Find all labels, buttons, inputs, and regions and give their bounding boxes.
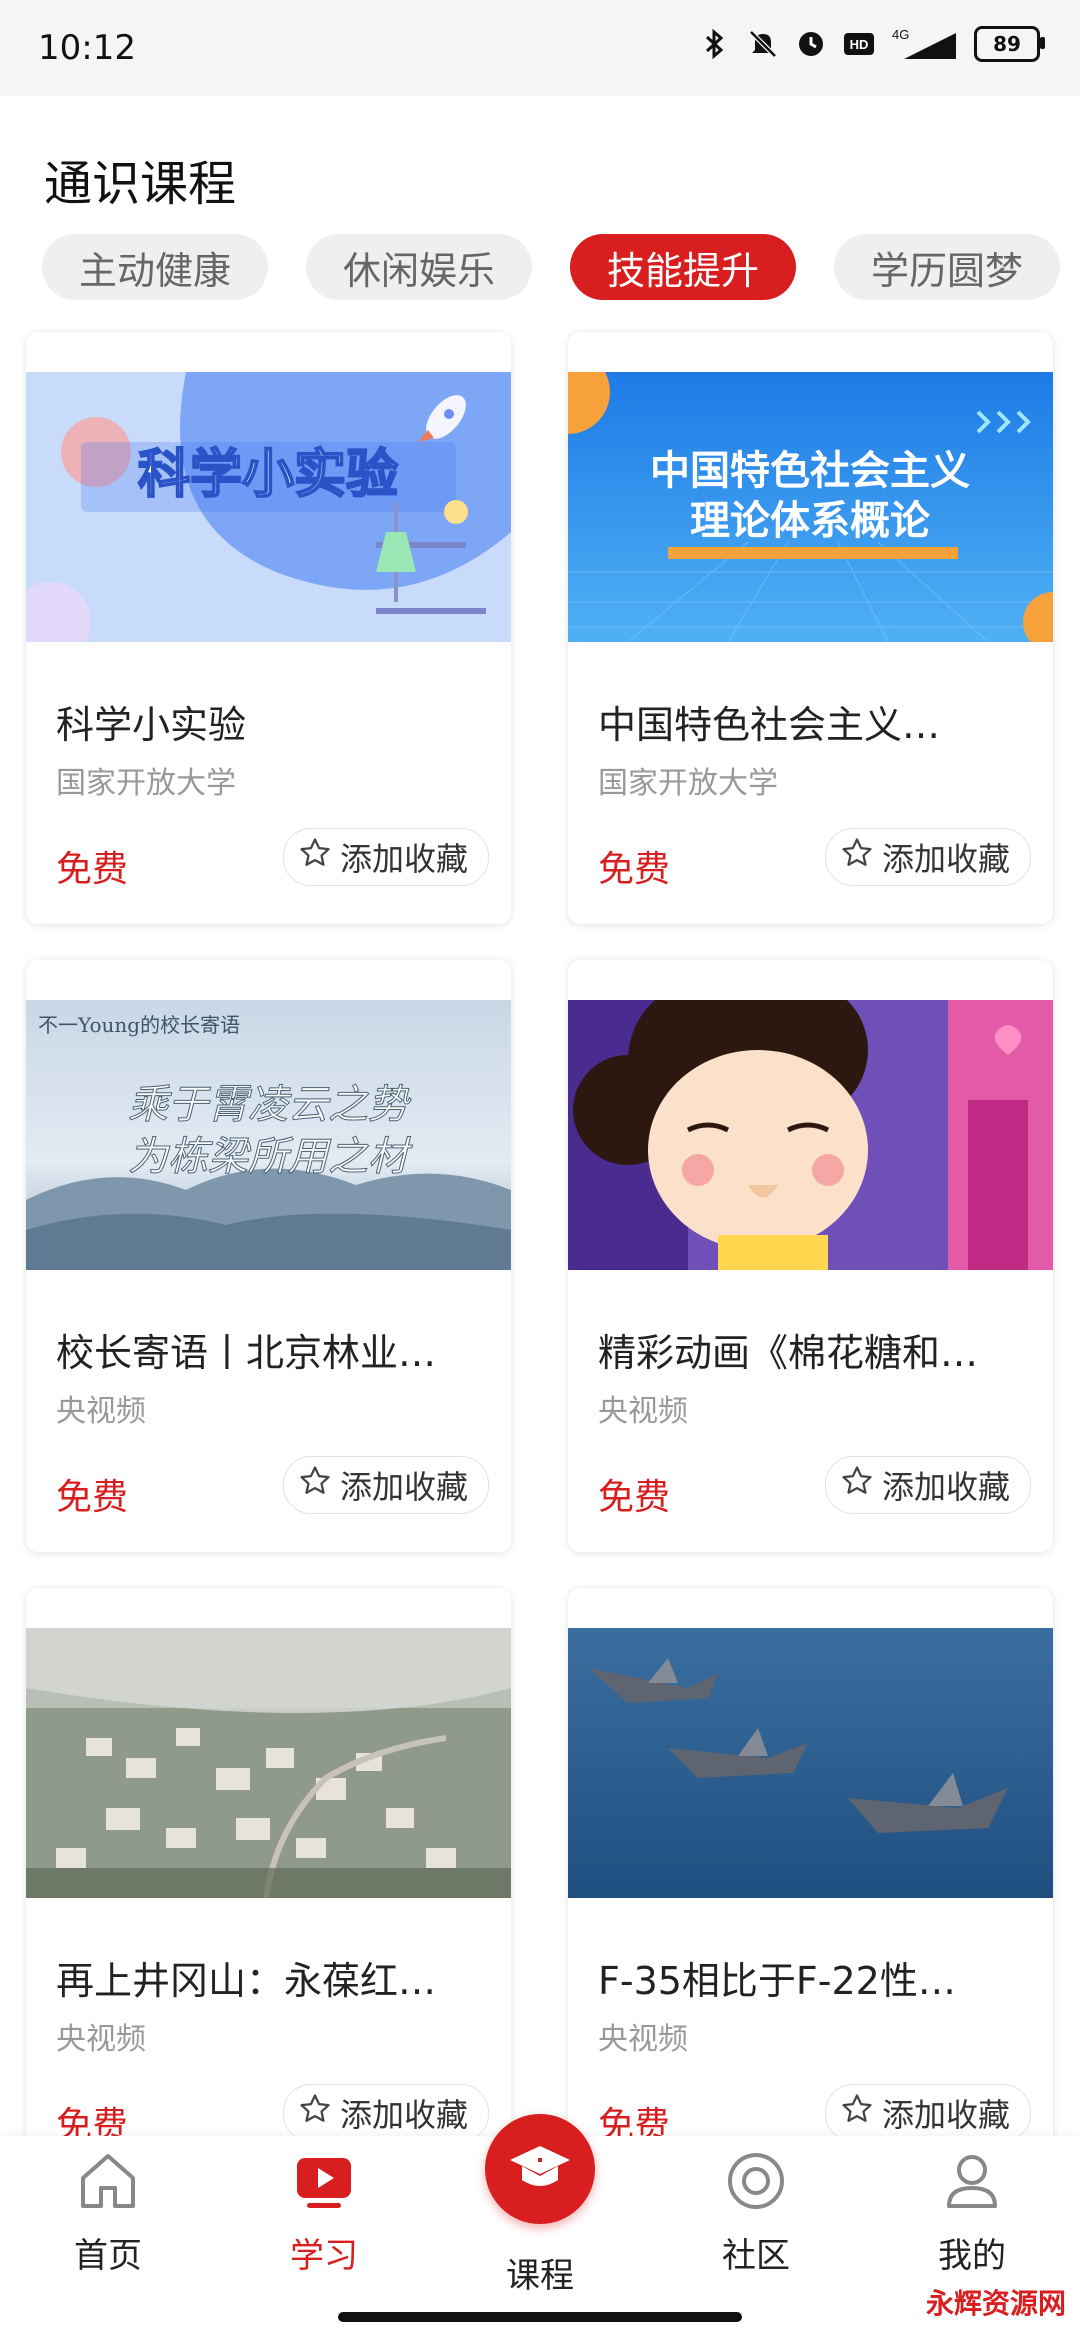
nav-study[interactable]: 学习 [244,2146,404,2277]
add-favorite-button[interactable]: 添加收藏 [824,828,1031,886]
course-price: 免费 [598,1477,671,1518]
nav-courses-button[interactable] [485,2114,595,2224]
home-indicator[interactable] [338,2312,742,2322]
course-card[interactable]: 不一Young的校长寄语 乘于霄凌云之势 为栋梁所用之材 校长寄语丨北京林业… … [26,960,511,1552]
thumb-title-line1: 乘于霄凌云之势 [128,1082,412,1128]
hd-icon: HD [842,27,876,61]
course-title: 科学小实验 [56,703,247,747]
add-favorite-label: 添加收藏 [339,2096,468,2134]
nav-profile[interactable]: 我的 [892,2146,1052,2277]
mute-icon [746,27,780,61]
alarm-icon [794,27,828,61]
nav-courses-label: 课程 [506,2256,574,2296]
status-time: 10:12 [38,28,136,68]
signal-icon: 4G [890,27,960,61]
add-favorite-button[interactable]: 添加收藏 [282,1456,489,1514]
course-source: 央视频 [56,2022,146,2057]
add-favorite-button[interactable]: 添加收藏 [282,2084,489,2142]
thumb-title-line2: 为栋梁所用之材 [128,1134,413,1180]
bottom-nav: 首页 学习 课程 社区 我的 [0,2114,1080,2340]
play-icon [289,2146,359,2216]
course-card[interactable]: 精彩动画《棉花糖和… 央视频 免费 添加收藏 [568,960,1053,1552]
svg-text:4G: 4G [892,27,909,42]
nav-profile-label: 我的 [938,2236,1006,2276]
add-favorite-button[interactable]: 添加收藏 [824,2084,1031,2142]
course-thumbnail [26,1628,511,1898]
nav-home[interactable]: 首页 [28,2146,188,2277]
course-title: 校长寄语丨北京林业… [56,1331,437,1375]
status-icons: HD 4G 89 [698,26,1045,62]
home-icon [73,2146,143,2216]
star-icon [298,836,332,878]
course-title: F-35相比于F-22性… [598,1959,956,2003]
tab-leisure[interactable]: 休闲娱乐 [306,234,533,300]
course-price: 免费 [56,1477,129,1518]
svg-text:HD: HD [850,37,869,52]
add-favorite-label: 添加收藏 [881,2096,1010,2134]
course-thumbnail [568,1628,1053,1898]
user-icon [937,2146,1007,2216]
tab-skill-improve[interactable]: 技能提升 [570,234,797,300]
thumb-title-line1: 中国特色社会主义 [650,448,970,494]
community-icon [721,2146,791,2216]
battery-level: 89 [993,32,1021,56]
category-tabs: 主动健康 休闲娱乐 技能提升 学历圆梦 [42,234,1080,300]
main-content: 通识课程 主动健康 休闲娱乐 技能提升 学历圆梦 科学小实验 科学小实验 国家开… [0,96,1080,2180]
status-bar: 10:12 HD 4G 89 [0,0,1080,96]
tab-active-health[interactable]: 主动健康 [42,234,269,300]
graduation-cap-icon [508,2140,572,2198]
star-icon [298,1464,332,1506]
add-favorite-label: 添加收藏 [881,840,1010,878]
course-price: 免费 [598,849,671,890]
tab-education[interactable]: 学历圆梦 [834,234,1061,300]
star-icon [840,2092,874,2134]
battery-icon: 89 [974,26,1045,62]
course-thumbnail: 中国特色社会主义 理论体系概论 [568,372,1053,642]
add-favorite-button[interactable]: 添加收藏 [824,1456,1031,1514]
course-source: 国家开放大学 [56,766,236,801]
course-card[interactable]: 再上井冈山：永葆红… 央视频 免费 添加收藏 [26,1588,511,2180]
nav-community-label: 社区 [722,2236,790,2276]
course-source: 央视频 [598,1394,688,1429]
course-title: 再上井冈山：永葆红… [56,1959,437,2003]
course-price: 免费 [56,849,129,890]
star-icon [840,1464,874,1506]
star-icon [840,836,874,878]
course-thumbnail [568,1000,1053,1270]
nav-home-label: 首页 [74,2236,142,2276]
course-title: 中国特色社会主义… [598,703,941,747]
thumb-badge-text: 不一Young的校长寄语 [38,1013,240,1037]
thumb-title-line2: 理论体系概论 [690,498,931,544]
star-icon [298,2092,332,2134]
course-thumbnail: 科学小实验 [26,372,511,642]
course-source: 央视频 [598,2022,688,2057]
course-card[interactable]: F-35相比于F-22性… 央视频 免费 添加收藏 [568,1588,1053,2180]
course-title: 精彩动画《棉花糖和… [598,1331,979,1375]
course-card[interactable]: 中国特色社会主义 理论体系概论 中国特色社会主义… 国家开放大学 免费 添加收藏 [568,332,1053,924]
page-title: 通识课程 [44,156,237,212]
course-thumbnail: 不一Young的校长寄语 乘于霄凌云之势 为栋梁所用之材 [26,1000,511,1270]
course-source: 国家开放大学 [598,766,778,801]
watermark-text: 永辉资源网 [925,2287,1066,2320]
bluetooth-icon [698,27,732,61]
course-source: 央视频 [56,1394,146,1429]
nav-study-label: 学习 [290,2236,358,2276]
add-favorite-button[interactable]: 添加收藏 [282,828,489,886]
add-favorite-label: 添加收藏 [339,840,468,878]
thumb-title-text: 科学小实验 [138,445,398,505]
nav-community[interactable]: 社区 [676,2146,836,2277]
course-card[interactable]: 科学小实验 科学小实验 国家开放大学 免费 添加收藏 [26,332,511,924]
add-favorite-label: 添加收藏 [339,1468,468,1506]
add-favorite-label: 添加收藏 [881,1468,1010,1506]
